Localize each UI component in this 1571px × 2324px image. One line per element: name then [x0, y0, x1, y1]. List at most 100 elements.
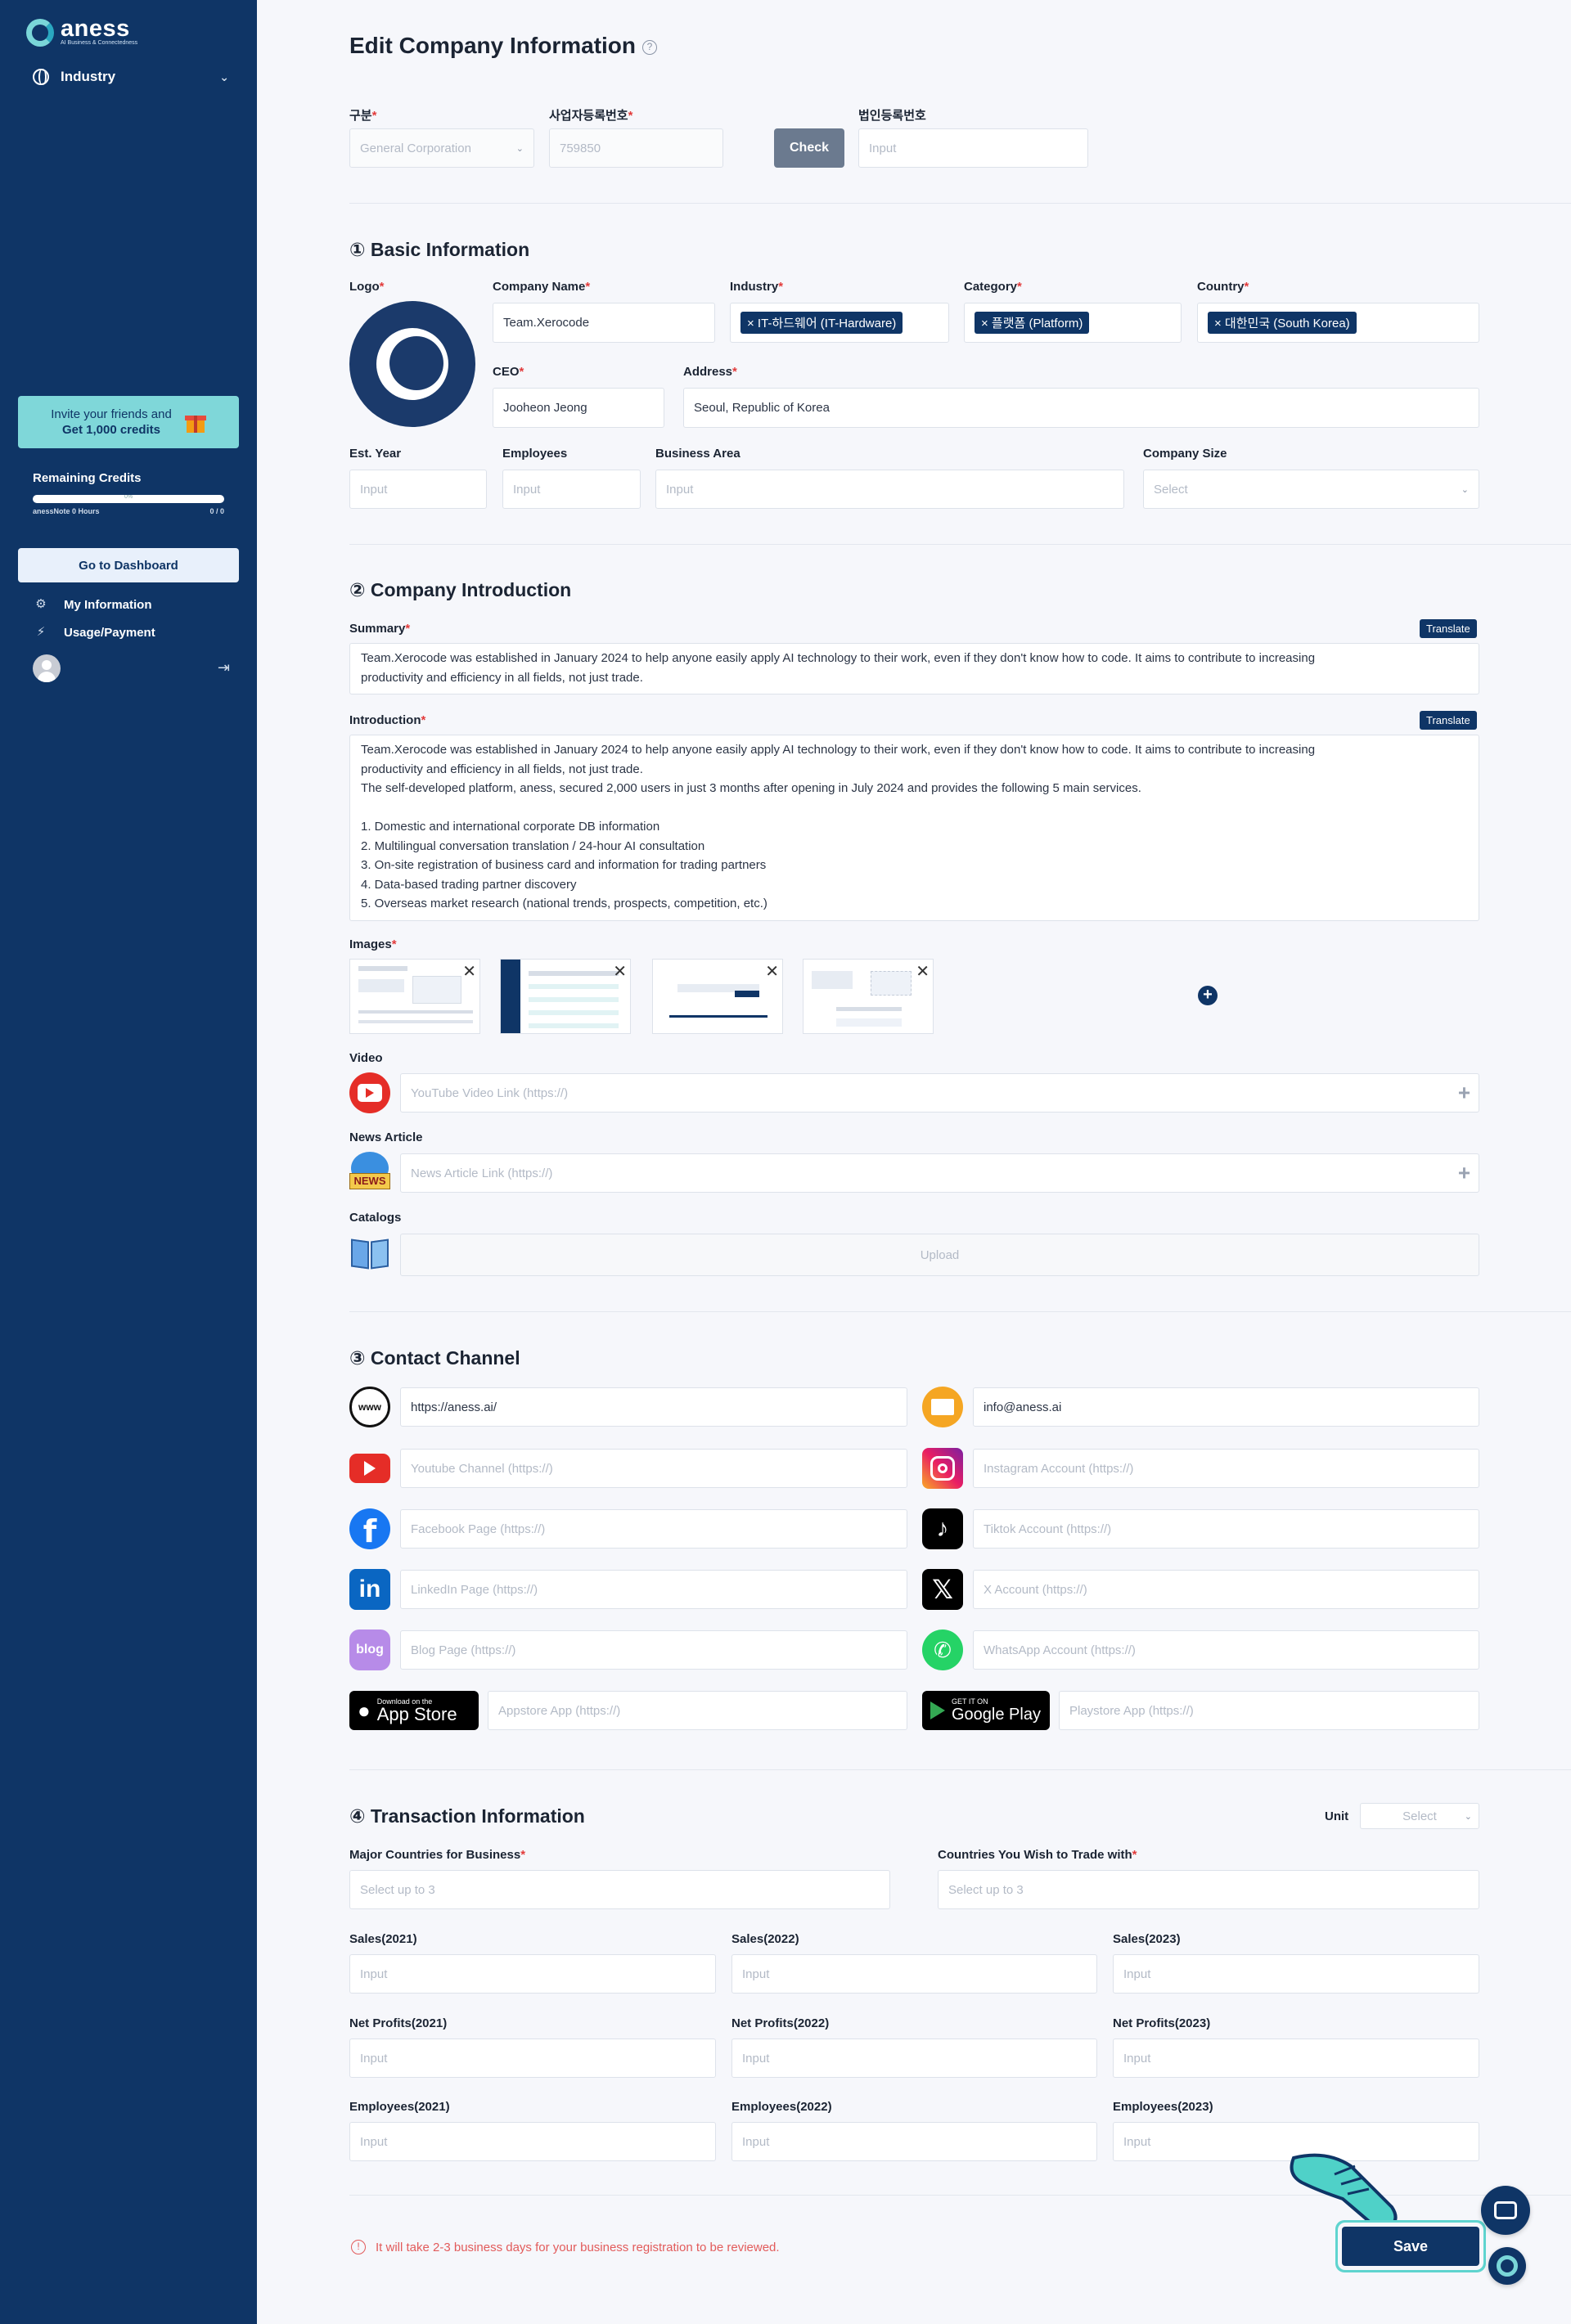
email-input[interactable]: info@aness.ai: [973, 1387, 1479, 1427]
summary-textarea[interactable]: Team.Xerocode was established in January…: [349, 643, 1479, 695]
country-select[interactable]: × 대한민국 (South Korea): [1197, 303, 1479, 343]
remove-image-icon[interactable]: ✕: [765, 961, 779, 982]
blog-input[interactable]: Blog Page (https://): [400, 1630, 907, 1670]
business-area-input[interactable]: Input: [655, 470, 1124, 509]
www-icon: www: [349, 1387, 390, 1427]
est-year-input[interactable]: Input: [349, 470, 487, 509]
add-icon[interactable]: +: [1458, 1081, 1470, 1106]
net-profits-2021-label: Net Profits(2021): [349, 2016, 448, 2030]
check-button[interactable]: Check: [774, 128, 844, 168]
major-countries-placeholder: Select up to 3: [360, 1882, 435, 1897]
facebook-input[interactable]: Facebook Page (https://): [400, 1509, 907, 1549]
employees-input[interactable]: Input: [502, 470, 641, 509]
x-input[interactable]: X Account (https://): [973, 1570, 1479, 1609]
sales-2022-input[interactable]: Input: [731, 1954, 1097, 1994]
google-play-badge: GET IT ON Google Play: [922, 1691, 1050, 1730]
remove-image-icon[interactable]: ✕: [613, 961, 627, 982]
introduction-line: 1. Domestic and international corporate …: [361, 820, 660, 834]
sidebar-item-label: Usage/Payment: [64, 625, 155, 640]
category-select[interactable]: × 플랫폼 (Platform): [964, 303, 1182, 343]
credits-title: Remaining Credits: [33, 471, 142, 485]
net-profits-2022-input[interactable]: Input: [731, 2039, 1097, 2078]
playstore-placeholder: Playstore App (https://): [1069, 1703, 1194, 1718]
news-link-input[interactable]: News Article Link (https://) +: [400, 1153, 1479, 1193]
type-select[interactable]: General Corporation ⌄: [349, 128, 534, 168]
image-thumbnail[interactable]: ✕: [803, 959, 934, 1034]
company-name-input[interactable]: Team.Xerocode: [493, 303, 715, 343]
introduction-line: productivity and efficiency in all field…: [361, 762, 643, 776]
playstore-input[interactable]: Playstore App (https://): [1059, 1691, 1479, 1730]
summary-translate-button[interactable]: Translate: [1420, 619, 1477, 638]
assistant-button[interactable]: [1488, 2247, 1526, 2285]
appstore-input[interactable]: Appstore App (https://): [488, 1691, 907, 1730]
net-profits-2021-input[interactable]: Input: [349, 2039, 716, 2078]
sales-2021-input[interactable]: Input: [349, 1954, 716, 1994]
summary-label-text: Summary: [349, 622, 406, 636]
logout-icon[interactable]: ⇥: [218, 659, 230, 677]
introduction-textarea[interactable]: Team.Xerocode was established in January…: [349, 735, 1479, 921]
remove-image-icon[interactable]: ✕: [462, 961, 476, 982]
tiktok-input[interactable]: Tiktok Account (https://): [973, 1509, 1479, 1549]
industry-tag[interactable]: × IT-하드웨어 (IT-Hardware): [740, 312, 903, 334]
aness-logo[interactable]: aness AI Business & Connectedness: [26, 17, 137, 47]
image-thumbnail[interactable]: ✕: [652, 959, 783, 1034]
major-countries-select[interactable]: Select up to 3: [349, 1870, 890, 1909]
video-link-placeholder: YouTube Video Link (https://): [411, 1086, 569, 1100]
summary-line: Team.Xerocode was established in January…: [361, 651, 1316, 665]
invite-banner[interactable]: Invite your friends and Get 1,000 credit…: [18, 396, 239, 448]
sales-2023-input[interactable]: Input: [1113, 1954, 1479, 1994]
credits-percent: 0%: [124, 495, 133, 500]
remove-image-icon[interactable]: ✕: [916, 961, 930, 982]
sidebar-item-label: Industry: [61, 69, 116, 84]
instagram-input[interactable]: Instagram Account (https://): [973, 1449, 1479, 1488]
chevron-down-icon: ⌄: [1461, 484, 1469, 495]
sidebar-item-my-information[interactable]: ⚙ My Information: [34, 595, 151, 614]
add-image-button[interactable]: +: [1198, 986, 1218, 1005]
wish-countries-select[interactable]: Select up to 3: [938, 1870, 1479, 1909]
ceo-input[interactable]: Jooheon Jeong: [493, 388, 664, 428]
youtube-channel-input[interactable]: Youtube Channel (https://): [400, 1449, 907, 1488]
company-size-select[interactable]: Select ⌄: [1143, 470, 1479, 509]
image-thumbnail[interactable]: ✕: [500, 959, 631, 1034]
industry-select[interactable]: × IT-하드웨어 (IT-Hardware): [730, 303, 949, 343]
warning-icon: !: [351, 2240, 366, 2254]
aness-logo-icon: [26, 18, 54, 47]
unit-select[interactable]: Select ⌄: [1360, 1803, 1479, 1829]
divider: [349, 1769, 1571, 1770]
upload-text: Upload: [920, 1247, 960, 1262]
major-countries-label: Major Countries for Business*: [349, 1848, 526, 1862]
section-transaction-title: ④ Transaction Information: [349, 1805, 585, 1827]
google-play-icon: [930, 1701, 945, 1719]
website-input[interactable]: https://aness.ai/: [400, 1387, 907, 1427]
add-icon[interactable]: +: [1458, 1161, 1470, 1186]
biz-no-label: 사업자등록번호*: [549, 109, 633, 123]
catalog-upload[interactable]: Upload: [400, 1234, 1479, 1276]
sidebar-item-industry[interactable]: Industry ⌄: [33, 65, 229, 88]
whatsapp-input[interactable]: WhatsApp Account (https://): [973, 1630, 1479, 1670]
introduction-translate-button[interactable]: Translate: [1420, 711, 1477, 730]
employees-2021-input[interactable]: Input: [349, 2122, 716, 2161]
sidebar-item-usage-payment[interactable]: ⚡ Usage/Payment: [34, 623, 155, 642]
address-input[interactable]: Seoul, Republic of Korea: [683, 388, 1479, 428]
employees-2022-input[interactable]: Input: [731, 2122, 1097, 2161]
biz-no-input[interactable]: 759850: [549, 128, 723, 168]
image-thumbnail[interactable]: ✕: [349, 959, 480, 1034]
save-button[interactable]: Save: [1342, 2227, 1479, 2266]
credits-note: anessNote 0 Hours: [33, 507, 100, 515]
credits-count: 0 / 0: [209, 507, 224, 515]
net-profits-2023-input[interactable]: Input: [1113, 2039, 1479, 2078]
chat-button[interactable]: [1481, 2186, 1530, 2235]
employees-2021-placeholder: Input: [360, 2134, 388, 2149]
linkedin-input[interactable]: LinkedIn Page (https://): [400, 1570, 907, 1609]
help-icon[interactable]: ?: [642, 39, 657, 55]
avatar[interactable]: [33, 654, 61, 682]
company-logo[interactable]: [349, 301, 475, 427]
video-link-input[interactable]: YouTube Video Link (https://) +: [400, 1073, 1479, 1113]
go-to-dashboard-button[interactable]: Go to Dashboard: [18, 548, 239, 582]
review-notice-text: It will take 2-3 business days for your …: [376, 2240, 780, 2254]
corp-no-input[interactable]: Input: [858, 128, 1088, 168]
appstore-placeholder: Appstore App (https://): [498, 1703, 621, 1718]
country-tag[interactable]: × 대한민국 (South Korea): [1208, 312, 1357, 334]
category-tag[interactable]: × 플랫폼 (Platform): [975, 312, 1090, 334]
x-placeholder: X Account (https://): [984, 1582, 1087, 1597]
